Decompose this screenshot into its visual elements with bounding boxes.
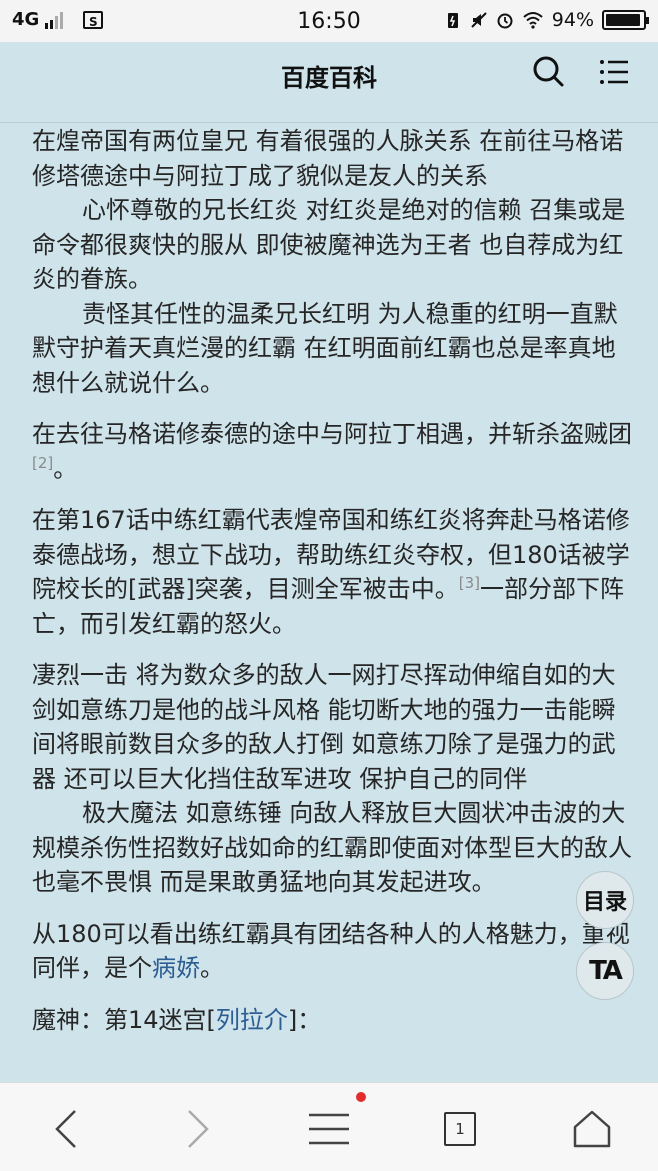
ta-button[interactable]: TA (576, 942, 634, 1000)
bottom-nav: 1 (0, 1082, 658, 1171)
chevron-right-icon (188, 1110, 209, 1148)
battery-icon (602, 10, 649, 30)
article-paragraph: 魔神：第14迷宫[列拉介]： (32, 1003, 632, 1038)
article-paragraph: 责怪其任性的温柔兄长红明 为人稳重的红明一直默默守护着天真烂漫的红霸 在红明面前… (32, 299, 618, 397)
article-paragraph: 凄烈一击 将为数众多的敌人一网打尽挥动伸缩自如的大剑如意练刀是他的战斗风格 能切… (32, 661, 616, 793)
notification-dot (356, 1092, 366, 1102)
wifi-icon (523, 12, 543, 29)
home-button[interactable] (564, 1101, 620, 1157)
status-right: 94% (444, 9, 649, 31)
term-link[interactable]: 列拉介 (216, 1006, 288, 1034)
article-body: 在煌帝国有两位皇兄 有着很强的人脉关系 在前往马格诺修塔德途中与阿拉丁成了貌似是… (32, 124, 632, 1082)
paragraph-text: 。 (53, 454, 78, 483)
article-paragraph: 在去往马格诺修泰德的途中与阿拉丁相遇，并斩杀盗贼团 [2]。 (32, 417, 632, 486)
article-paragraph: 心怀尊敬的兄长红炎 对红炎是绝对的信赖 召集或是命令都很爽快的服从 即使被魔神选… (32, 196, 626, 293)
battery-saver-icon (447, 13, 458, 28)
article-paragraph: 在第167话中练红霸代表煌帝国和练红炎将奔赴马格诺修泰德战场，想立下战功，帮助练… (32, 503, 632, 641)
hamburger-icon (309, 1113, 349, 1145)
paragraph-text: 在去往马格诺修泰德的途中与阿拉丁相遇，并斩杀盗贼团 (32, 420, 632, 448)
tab-count: 1 (444, 1112, 476, 1146)
paragraph-text: 魔神：第14迷宫[ (32, 1005, 216, 1034)
app-header: 百度百科 (0, 42, 658, 123)
reference-link[interactable]: [3] (459, 574, 480, 592)
alarm-icon (497, 13, 513, 29)
article-paragraph: 在煌帝国有两位皇兄 有着很强的人脉关系 在前往马格诺修塔德途中与阿拉丁成了貌似是… (32, 127, 624, 190)
reference-link[interactable]: [2] (32, 454, 53, 472)
forward-button[interactable] (170, 1101, 226, 1157)
term-link[interactable]: 病娇 (152, 954, 200, 982)
home-icon (573, 1110, 611, 1148)
tabs-button[interactable]: 1 (432, 1101, 488, 1157)
article-paragraph: 从180可以看出练红霸具有团结各种人的人格魅力，重视同伴，是个病娇。 (32, 917, 632, 986)
paragraph-text: 从180可以看出练红霸具有团结各种人的人格魅力，重视同伴，是个 (32, 919, 630, 983)
chevron-left-icon (55, 1110, 76, 1148)
list-menu-icon[interactable] (596, 54, 632, 90)
search-icon[interactable] (530, 54, 566, 90)
status-bar: 4G S 16:50 94% (0, 0, 658, 42)
menu-button[interactable] (301, 1101, 357, 1157)
battery-percent: 94% (551, 9, 594, 31)
article-paragraph: 极大魔法 如意练锤 向敌人释放巨大圆状冲击波的大规模杀伤性招数好战如命的红霸即使… (32, 799, 632, 896)
toc-button[interactable]: 目录 (576, 871, 634, 929)
back-button[interactable] (38, 1101, 94, 1157)
mute-icon (471, 12, 487, 28)
paragraph-text: 。 (200, 954, 224, 982)
paragraph-text: ]： (287, 1005, 322, 1034)
